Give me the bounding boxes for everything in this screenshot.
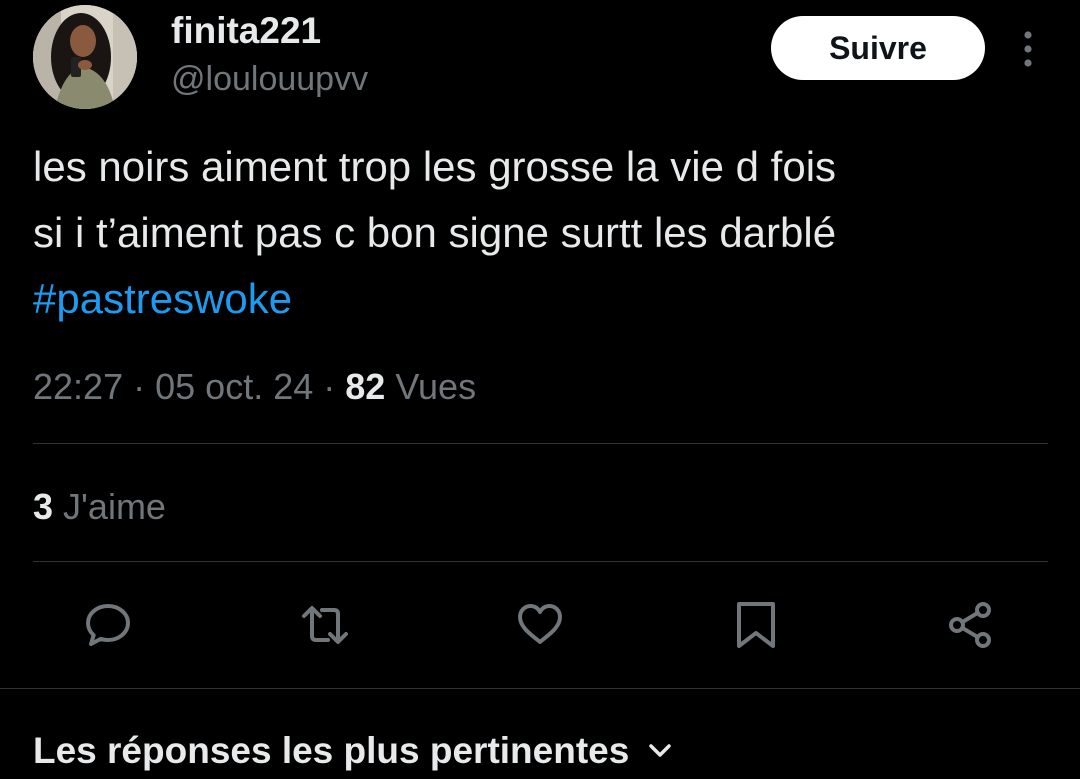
views-label[interactable]: Vues xyxy=(395,366,476,407)
author-block[interactable]: finita221 @loulouupvv xyxy=(171,9,368,101)
like-icon xyxy=(518,604,562,644)
views-count[interactable]: 82 xyxy=(345,366,385,407)
divider xyxy=(0,688,1080,689)
retweet-icon xyxy=(302,606,348,644)
divider xyxy=(33,443,1048,444)
likes-summary[interactable]: 3 J'aime xyxy=(33,484,166,530)
tweet-detail-page: finita221 @loulouupvv Suivre les noirs a… xyxy=(0,0,1080,779)
bookmark-icon xyxy=(737,602,775,648)
tweet-meta: 22:27 · 05 oct. 24 · 82 Vues xyxy=(33,364,476,410)
share-button[interactable] xyxy=(944,598,998,652)
author-handle[interactable]: @loulouupvv xyxy=(171,57,368,101)
tweet-header: finita221 @loulouupvv Suivre xyxy=(33,5,1048,115)
retweet-button[interactable] xyxy=(298,598,352,652)
likes-count: 3 xyxy=(33,486,54,527)
share-icon xyxy=(949,602,991,648)
tweet-date[interactable]: 05 oct. 24 xyxy=(155,366,313,407)
author-display-name[interactable]: finita221 xyxy=(171,9,368,53)
meta-separator: · xyxy=(323,366,336,407)
tweet-text-line: si i t’aiment pas c bon signe surtt les … xyxy=(33,209,837,256)
tweet-text-line: les noirs aiment trop les grosse la vie … xyxy=(33,143,837,190)
chevron-down-icon xyxy=(649,744,672,757)
more-options-button[interactable] xyxy=(1008,27,1048,71)
reply-icon xyxy=(86,604,130,646)
follow-button[interactable]: Suivre xyxy=(771,16,985,80)
reply-button[interactable] xyxy=(81,598,135,652)
likes-label: J'aime xyxy=(63,486,166,527)
tweet-text: les noirs aiment trop les grosse la vie … xyxy=(33,134,1053,332)
replies-sort-dropdown[interactable]: Les réponses les plus pertinentes xyxy=(33,728,673,774)
author-avatar[interactable] xyxy=(33,5,137,109)
replies-sort-label: Les réponses les plus pertinentes xyxy=(33,730,630,771)
divider xyxy=(33,561,1048,562)
meta-separator: · xyxy=(133,366,146,407)
like-button[interactable] xyxy=(513,598,567,652)
hashtag-link[interactable]: #pastreswoke xyxy=(33,266,1053,332)
avatar-photo xyxy=(33,5,137,109)
bookmark-button[interactable] xyxy=(729,598,783,652)
tweet-time[interactable]: 22:27 xyxy=(33,366,123,407)
vertical-ellipsis-icon xyxy=(1024,31,1032,67)
